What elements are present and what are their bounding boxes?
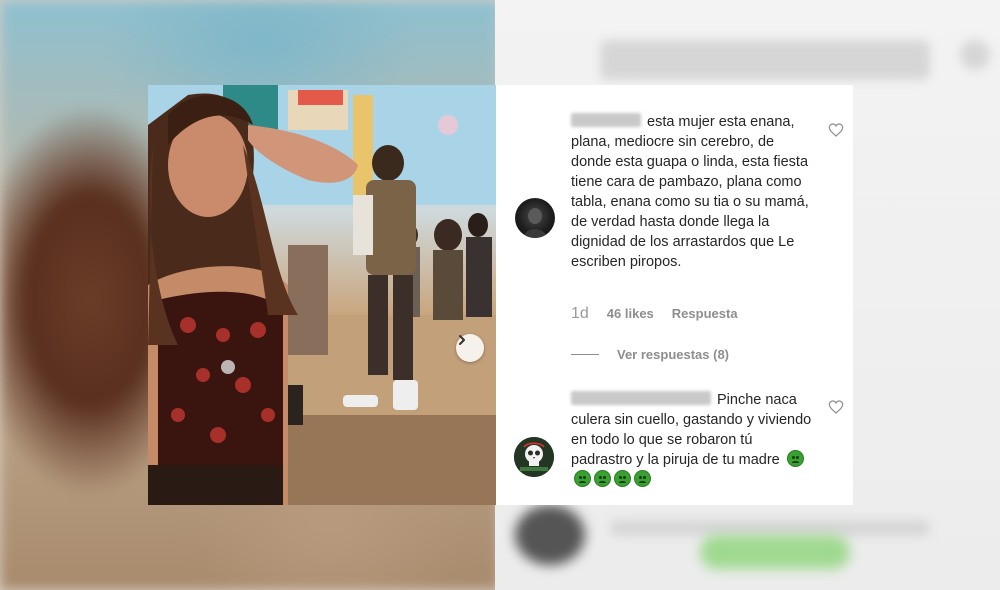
backdrop-blob	[600, 40, 930, 80]
comments-panel: esta mujer esta enana, plana, mediocre s…	[496, 85, 853, 505]
view-replies-toggle[interactable]: Ver respuestas (8)	[571, 347, 729, 362]
view-replies-label[interactable]: Ver respuestas (8)	[617, 347, 729, 362]
nauseated-face-icon	[614, 470, 631, 487]
comment-text-block: Pinche naca culera sin cuello, gastando …	[571, 390, 817, 490]
comment-likes[interactable]: 46 likes	[607, 306, 654, 321]
nauseated-face-icon	[786, 450, 804, 467]
commenter-avatar[interactable]	[514, 437, 554, 477]
chevron-right-icon	[459, 335, 465, 345]
post-photo	[148, 85, 496, 505]
reply-button[interactable]: Respuesta	[672, 306, 738, 321]
backdrop-avatar-blur	[515, 505, 585, 565]
heart-outline-icon[interactable]	[828, 122, 844, 138]
backdrop-blob	[960, 40, 990, 70]
next-photo-button[interactable]	[456, 334, 484, 362]
replies-divider-line	[571, 354, 599, 355]
festival-photo-illustration	[148, 85, 496, 505]
dark-avatar-icon	[523, 208, 547, 238]
comment-item: esta mujer esta enana, plana, mediocre s…	[496, 85, 853, 375]
nauseated-face-icon	[594, 470, 611, 487]
username-redacted[interactable]	[571, 391, 711, 405]
comment-text-block: esta mujer esta enana, plana, mediocre s…	[571, 112, 817, 272]
nauseated-face-icon	[634, 470, 651, 487]
comment-meta: 1d 46 likes Respuesta	[571, 305, 738, 323]
post-card: esta mujer esta enana, plana, mediocre s…	[148, 85, 853, 505]
username-redacted[interactable]	[571, 113, 641, 127]
commenter-avatar[interactable]	[515, 198, 555, 238]
backdrop-blob	[610, 520, 930, 536]
comment-body: esta mujer esta enana, plana, mediocre s…	[571, 114, 809, 270]
heart-outline-icon[interactable]	[828, 399, 844, 415]
comment-age: 1d	[571, 305, 589, 322]
skull-avatar-icon	[514, 437, 554, 477]
comment-item: Pinche naca culera sin cuello, gastando …	[496, 385, 853, 505]
nauseated-face-icon	[574, 470, 591, 487]
backdrop-button-blur	[700, 535, 850, 569]
